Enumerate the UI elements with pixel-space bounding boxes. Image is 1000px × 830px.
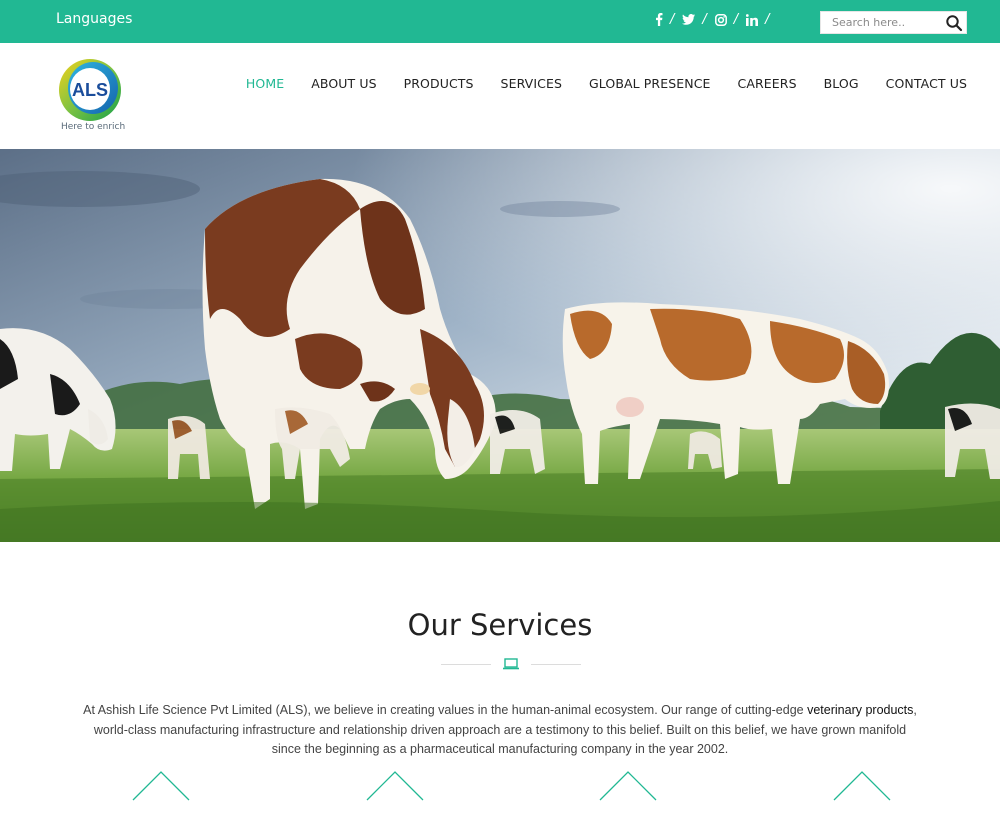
service-cards-row bbox=[0, 770, 1000, 801]
services-heading: Our Services bbox=[407, 608, 593, 642]
nav-home[interactable]: HOME bbox=[246, 76, 284, 91]
social-links: / / / / bbox=[655, 12, 778, 27]
intro-text-part: At Ashish Life Science Pvt Limited (ALS)… bbox=[83, 703, 808, 717]
service-card-diamond[interactable] bbox=[598, 770, 658, 830]
nav-products[interactable]: PRODUCTS bbox=[404, 76, 474, 91]
linkedin-link[interactable] bbox=[746, 13, 759, 26]
search-button[interactable] bbox=[945, 14, 963, 32]
services-intro-text: At Ashish Life Science Pvt Limited (ALS)… bbox=[80, 701, 920, 760]
search-box bbox=[820, 11, 967, 34]
divider-line bbox=[531, 664, 581, 665]
separator: / bbox=[733, 12, 739, 27]
instagram-link[interactable] bbox=[714, 13, 727, 26]
facebook-icon bbox=[656, 13, 663, 26]
laptop-icon bbox=[503, 658, 519, 670]
main-header: ALS Here to enrich HOME ABOUT US PRODUCT… bbox=[0, 43, 1000, 149]
instagram-icon bbox=[714, 13, 727, 26]
divider-line bbox=[441, 664, 491, 665]
facebook-link[interactable] bbox=[655, 13, 663, 26]
linkedin-icon bbox=[746, 13, 759, 26]
search-input[interactable] bbox=[821, 12, 943, 33]
logo-text: ALS bbox=[72, 80, 108, 100]
search-icon bbox=[946, 15, 963, 32]
service-card-diamond[interactable] bbox=[832, 770, 892, 830]
service-card-diamond[interactable] bbox=[131, 770, 191, 830]
nav-global-presence[interactable]: GLOBAL PRESENCE bbox=[589, 76, 711, 91]
nav-services[interactable]: SERVICES bbox=[501, 76, 562, 91]
separator: / bbox=[765, 12, 770, 27]
separator: / bbox=[670, 12, 675, 27]
twitter-link[interactable] bbox=[682, 14, 696, 25]
cows-grazing-illustration bbox=[0, 149, 1000, 542]
nav-contact-us[interactable]: CONTACT US bbox=[886, 76, 967, 91]
twitter-icon bbox=[682, 14, 696, 25]
brand-tagline: Here to enrich bbox=[61, 122, 126, 132]
als-logo[interactable]: ALS bbox=[58, 57, 124, 123]
main-nav: HOME ABOUT US PRODUCTS SERVICES GLOBAL P… bbox=[219, 76, 967, 91]
top-bar: Languages / / / / bbox=[0, 0, 1000, 43]
nav-blog[interactable]: BLOG bbox=[824, 76, 859, 91]
veterinary-products-link[interactable]: veterinary products bbox=[807, 703, 913, 717]
separator: / bbox=[702, 12, 707, 27]
nav-about-us[interactable]: ABOUT US bbox=[311, 76, 376, 91]
section-divider bbox=[441, 656, 581, 672]
service-card-diamond[interactable] bbox=[365, 770, 425, 830]
nav-careers[interactable]: CAREERS bbox=[738, 76, 797, 91]
hero-banner-image bbox=[0, 149, 1000, 542]
languages-dropdown[interactable]: Languages bbox=[56, 11, 132, 27]
